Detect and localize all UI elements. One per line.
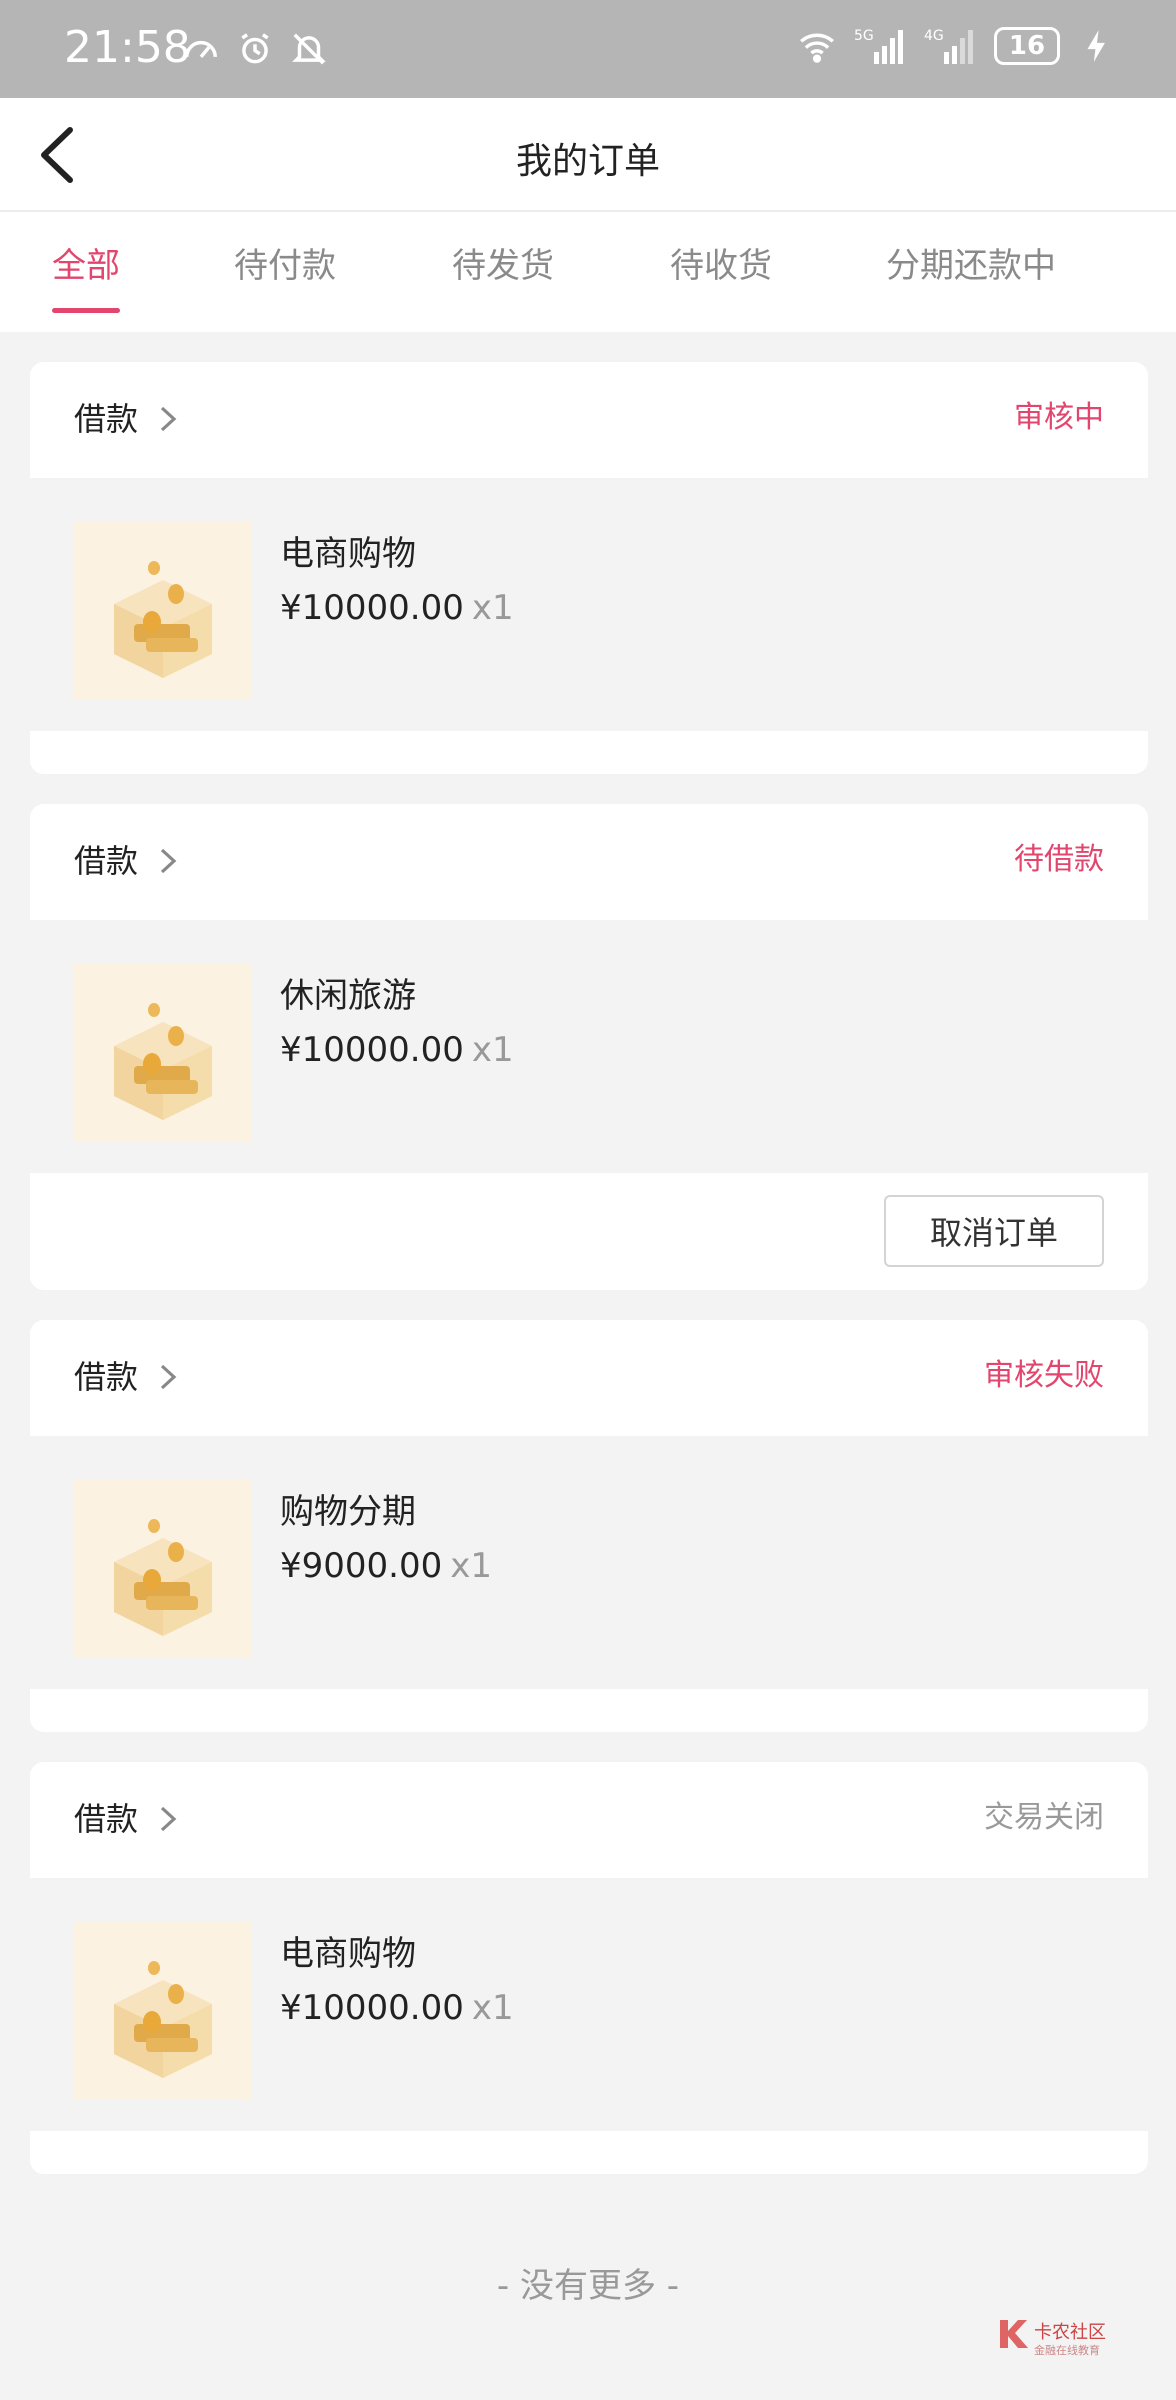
- cancel-order-button[interactable]: 取消订单: [884, 1195, 1104, 1267]
- mute-bell-icon: [292, 33, 326, 65]
- order-card-header[interactable]: 借款 审核失败: [30, 1320, 1148, 1436]
- order-card-header[interactable]: 借款 待借款: [30, 804, 1148, 920]
- order-status: 交易关闭: [984, 1800, 1104, 1835]
- status-time: 21:58: [64, 22, 191, 73]
- chevron-right-icon: [160, 1806, 177, 1832]
- wifi-icon: [800, 33, 834, 63]
- product-name: 购物分期: [280, 1492, 416, 1532]
- order-card: 借款 交易关闭 电商购物 ¥10000.00 x1: [30, 1762, 1148, 2174]
- tab-all[interactable]: 全部: [52, 238, 120, 313]
- watermark: 卡农社区 金融在线教育: [996, 2316, 1116, 2364]
- tab-active-indicator: [52, 308, 120, 313]
- alarm-icon: [241, 33, 269, 64]
- coin-box-icon: [114, 1519, 212, 1636]
- product-price-line: ¥10000.00 x1: [280, 1030, 514, 1070]
- order-card-footer: 取消订单: [30, 1173, 1148, 1290]
- coin-box-icon: [114, 1961, 212, 2078]
- product-thumbnail: [74, 1480, 252, 1658]
- order-card-footer: [30, 731, 1148, 774]
- charging-icon: [1087, 30, 1105, 62]
- tab-label: 全部: [52, 246, 120, 286]
- order-type: 借款: [74, 400, 139, 438]
- product-name: 电商购物: [280, 534, 416, 574]
- chevron-right-icon: [160, 1364, 177, 1390]
- order-type: 借款: [74, 842, 139, 880]
- watermark-name: 卡农社区: [1034, 2322, 1106, 2343]
- product-name: 休闲旅游: [280, 976, 416, 1016]
- product-price-line: ¥10000.00 x1: [280, 1988, 514, 2028]
- product-price-line: ¥10000.00 x1: [280, 588, 514, 628]
- signal-4g-icon: 4G: [924, 28, 973, 64]
- order-type: 借款: [74, 1358, 139, 1396]
- order-card: 借款 待借款 休闲旅游 ¥10000.00 x1 取消订单: [30, 804, 1148, 1290]
- product-price: ¥10000.00: [280, 588, 464, 628]
- order-card-footer: [30, 2131, 1148, 2174]
- battery-icon: 16: [994, 27, 1060, 65]
- order-card-footer: [30, 1689, 1148, 1732]
- product-price: ¥9000.00: [280, 1546, 443, 1586]
- no-more-indicator: - 没有更多 -: [496, 2266, 680, 2306]
- tab-label: 分期还款中: [886, 246, 1056, 286]
- coin-box-icon: [114, 561, 212, 678]
- product-quantity: x1: [471, 1030, 514, 1070]
- tab-installment-repaying[interactable]: 分期还款中: [886, 238, 1056, 287]
- order-card-header[interactable]: 借款 审核中: [30, 362, 1148, 478]
- chevron-right-icon: [160, 406, 177, 432]
- product-quantity: x1: [471, 1988, 514, 2028]
- tab-pending-payment[interactable]: 待付款: [234, 238, 336, 287]
- order-card: 借款 审核中 电商购物 ¥10000.00 x1: [30, 362, 1148, 774]
- order-item[interactable]: 电商购物 ¥10000.00 x1: [30, 478, 1148, 731]
- product-quantity: x1: [450, 1546, 492, 1586]
- product-name: 电商购物: [280, 1934, 416, 1974]
- tab-label: 待付款: [234, 246, 336, 286]
- page-title: 我的订单: [515, 141, 660, 182]
- chevron-right-icon: [160, 848, 177, 874]
- watermark-subtitle: 金融在线教育: [1034, 2344, 1100, 2357]
- tab-label: 待收货: [670, 246, 772, 286]
- tab-pending-receipt[interactable]: 待收货: [670, 238, 772, 287]
- tab-label: 待发货: [452, 246, 554, 286]
- order-card: 借款 审核失败 购物分期 ¥9000.00 x1: [30, 1320, 1148, 1732]
- coin-box-icon: [114, 1003, 212, 1120]
- order-status: 审核失败: [984, 1358, 1104, 1393]
- network-5g-label: 5G: [854, 28, 874, 44]
- order-tabs: 全部 待付款 待发货 待收货 分期还款中: [0, 212, 1176, 332]
- nav-bar: 我的订单: [0, 98, 1176, 212]
- order-type: 借款: [74, 1800, 139, 1838]
- product-price-line: ¥9000.00 x1: [280, 1546, 492, 1586]
- signal-5g-icon: 5G: [854, 28, 903, 64]
- product-price: ¥10000.00: [280, 1030, 464, 1070]
- order-item[interactable]: 休闲旅游 ¥10000.00 x1: [30, 920, 1148, 1173]
- speedometer-icon: [185, 41, 217, 59]
- product-thumbnail: [74, 964, 252, 1142]
- order-item[interactable]: 购物分期 ¥9000.00 x1: [30, 1436, 1148, 1689]
- product-thumbnail: [74, 522, 252, 700]
- product-price: ¥10000.00: [280, 1988, 464, 2028]
- watermark-logo-icon: [1000, 2320, 1028, 2348]
- product-thumbnail: [74, 1922, 252, 2100]
- network-4g-label: 4G: [924, 28, 944, 44]
- tab-pending-shipment[interactable]: 待发货: [452, 238, 554, 287]
- battery-level: 16: [1008, 31, 1046, 61]
- order-card-header[interactable]: 借款 交易关闭: [30, 1762, 1148, 1878]
- status-bar: 21:58 5G 4G 16: [0, 0, 1176, 98]
- order-item[interactable]: 电商购物 ¥10000.00 x1: [30, 1878, 1148, 2131]
- product-quantity: x1: [471, 588, 514, 628]
- order-status: 审核中: [1014, 400, 1104, 435]
- order-status: 待借款: [1014, 842, 1104, 877]
